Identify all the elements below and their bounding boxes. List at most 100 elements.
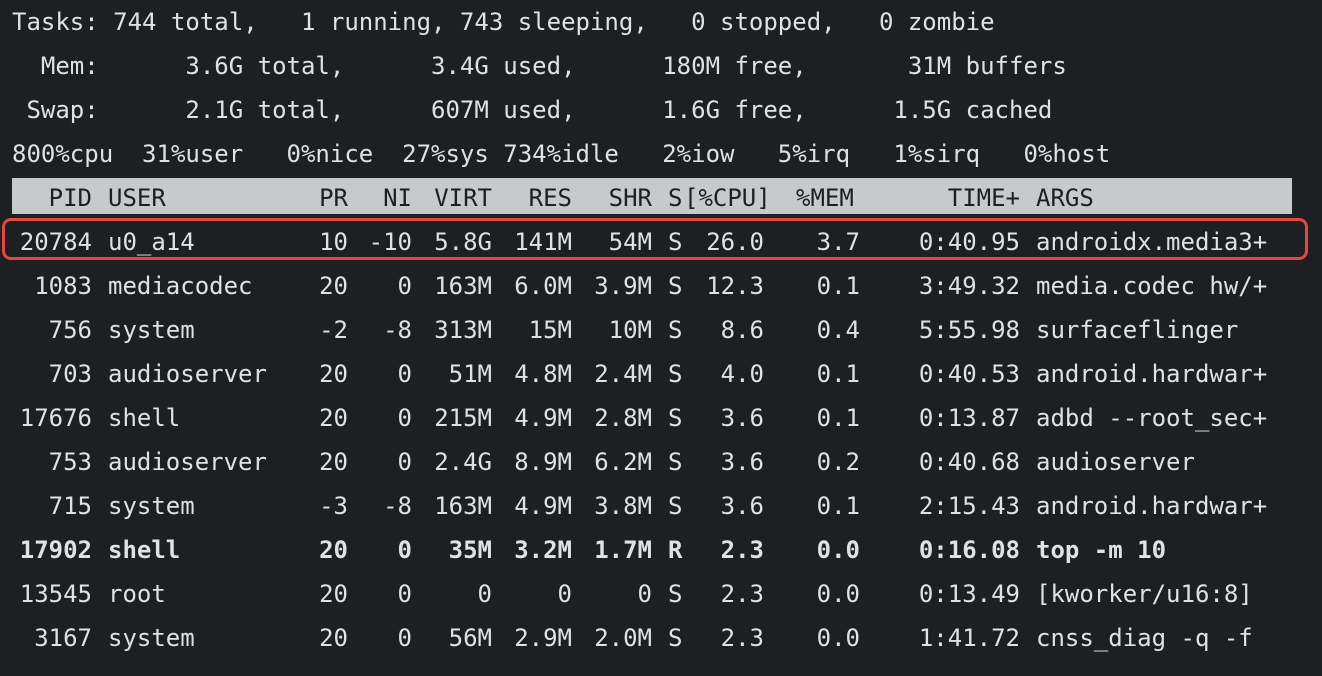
cell-shr: 3.8M	[594, 492, 652, 520]
cell-virt: 163M	[434, 492, 492, 520]
process-row: 756 system -2 -8 313M 15M 10M S 8.6 0.4 5:55.98 sur…	[0, 308, 1322, 352]
cell-s: S	[668, 448, 683, 476]
cell-ni: -8	[383, 492, 412, 520]
summary-line: 800%cpu 31%user 0%nice 27%sys 734%idle 2…	[12, 140, 1111, 168]
cell-virt: 51M	[448, 360, 492, 388]
cell-pid: 756	[48, 316, 92, 344]
cell-res: 141M	[514, 228, 572, 256]
cell-pr: 20	[319, 404, 348, 432]
column-header: SHR	[608, 184, 652, 212]
cell-res: 4.9M	[514, 492, 572, 520]
cell-pr: 20	[319, 448, 348, 476]
process-row: 17902 shell 20 0 35M 3.2M 1.7M R 2.3 0.0 0:16.08 to…	[0, 528, 1322, 572]
cell-s: R	[668, 536, 683, 564]
cell-shr: 2.0M	[594, 624, 652, 652]
cell-time: 0:40.53	[918, 360, 1020, 388]
cell-res: 15M	[528, 316, 572, 344]
cell-time: 2:15.43	[918, 492, 1020, 520]
cell-pid: 3167	[34, 624, 92, 652]
cell-ni: 0	[397, 536, 412, 564]
cell-pr: -3	[319, 492, 348, 520]
cell-s: S	[668, 360, 683, 388]
cell-pid: 17902	[19, 536, 92, 564]
column-header: USER	[108, 184, 166, 212]
cell-ni: -8	[383, 316, 412, 344]
cell-mem: 0.4	[816, 316, 860, 344]
cell-ni: 0	[397, 580, 412, 608]
cell-shr: 6.2M	[594, 448, 652, 476]
summary-line: Mem: 3.6G total, 3.4G used, 180M free, 3…	[12, 52, 1067, 80]
cell-mem: 0.1	[816, 404, 860, 432]
cell-user: shell	[108, 404, 181, 432]
cell-pr: 20	[319, 360, 348, 388]
column-header: [%CPU]	[684, 184, 771, 212]
cell-res: 8.9M	[514, 448, 572, 476]
cell-cpu: 4.0	[720, 360, 764, 388]
cell-time: 0:13.49	[918, 580, 1020, 608]
cell-user: audioserver	[108, 360, 267, 388]
cell-time: 5:55.98	[918, 316, 1020, 344]
cell-s: S	[668, 316, 683, 344]
cell-ni: 0	[397, 448, 412, 476]
cell-mem: 3.7	[816, 228, 860, 256]
cell-mem: 0.0	[816, 580, 860, 608]
cell-args: adbd --root_sec+	[1036, 404, 1268, 432]
cell-args: audioserver	[1036, 448, 1195, 476]
cell-cpu: 8.6	[720, 316, 764, 344]
cell-cpu: 26.0	[706, 228, 764, 256]
cell-pr: 20	[319, 272, 348, 300]
column-header: ARGS	[1036, 184, 1094, 212]
cell-s: S	[668, 404, 683, 432]
cell-user: system	[108, 316, 195, 344]
column-header: S	[668, 184, 683, 212]
column-header-row: PID USER PR NI VIRT RES SHR S [%CPU] %MEM TIME+ ARG…	[0, 176, 1322, 220]
cell-ni: 0	[397, 360, 412, 388]
terminal-window[interactable]: Tasks: 744 total, 1 running, 743 sleepin…	[0, 0, 1322, 676]
cell-shr: 3.9M	[594, 272, 652, 300]
cell-s: S	[668, 228, 683, 256]
cell-virt: 215M	[434, 404, 492, 432]
cell-s: S	[668, 580, 683, 608]
cell-pid: 13545	[19, 580, 92, 608]
cell-virt: 163M	[434, 272, 492, 300]
cell-pr: 10	[319, 228, 348, 256]
cell-args: surfaceflinger	[1036, 316, 1239, 344]
process-row: 20784 u0_a14 10 -10 5.8G 141M 54M S 26.0 3.7 0:40.…	[0, 220, 1322, 264]
cell-mem: 0.0	[816, 624, 860, 652]
cell-s: S	[668, 624, 683, 652]
cell-shr: 0	[637, 580, 652, 608]
cell-pr: 20	[319, 580, 348, 608]
cell-time: 0:40.95	[918, 228, 1020, 256]
cell-mem: 0.0	[816, 536, 860, 564]
cell-virt: 56M	[448, 624, 492, 652]
cell-ni: -10	[368, 228, 412, 256]
column-header: %MEM	[796, 184, 854, 212]
cell-res: 0	[557, 580, 572, 608]
cell-s: S	[668, 492, 683, 520]
cell-time: 3:49.32	[918, 272, 1020, 300]
cell-args: androidx.media3+	[1036, 228, 1268, 256]
cell-virt: 35M	[448, 536, 492, 564]
cell-shr: 54M	[608, 228, 652, 256]
process-row: 13545 root 20 0 0 0 0 S 2.3 0.0 0:13.49 [kworker/u1…	[0, 572, 1322, 616]
cell-s: S	[668, 272, 683, 300]
summary-line: Tasks: 744 total, 1 running, 743 sleepin…	[12, 8, 995, 36]
cell-virt: 2.4G	[434, 448, 492, 476]
cell-res: 6.0M	[514, 272, 572, 300]
cell-args: android.hardwar+	[1036, 360, 1268, 388]
column-header: NI	[383, 184, 412, 212]
cell-time: 0:13.87	[918, 404, 1020, 432]
cell-ni: 0	[397, 404, 412, 432]
column-header: TIME+	[947, 184, 1020, 212]
cell-virt: 5.8G	[434, 228, 492, 256]
cell-pid: 17676	[19, 404, 92, 432]
cell-cpu: 3.6	[720, 448, 764, 476]
column-header: PID	[48, 184, 92, 212]
cell-ni: 0	[397, 272, 412, 300]
cell-args: media.codec hw/+	[1036, 272, 1268, 300]
process-row: 753 audioserver 20 0 2.4G 8.9M 6.2M S 3.6 0.2 0:40…	[0, 440, 1322, 484]
cell-user: shell	[108, 536, 181, 564]
cell-user: system	[108, 492, 195, 520]
process-row: 3167 system 20 0 56M 2.9M 2.0M S 2.3 0.0 1:41.72 cn…	[0, 616, 1322, 660]
cell-pid: 715	[48, 492, 92, 520]
